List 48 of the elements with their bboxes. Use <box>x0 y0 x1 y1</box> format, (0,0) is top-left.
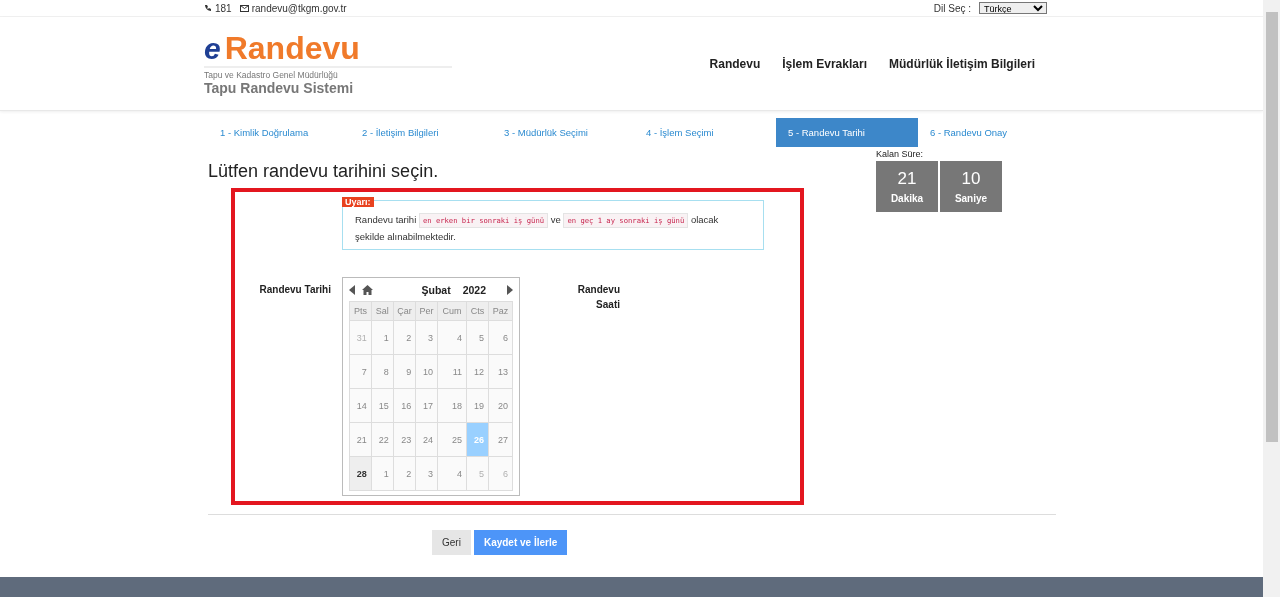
weekday-header: Cum <box>437 301 467 321</box>
warning-badge: Uyarı: <box>342 197 374 207</box>
weekday-header: Per <box>415 301 438 321</box>
calendar-day[interactable]: 7 <box>349 354 372 389</box>
weekday-header: Çar <box>393 301 416 321</box>
year: 2022 <box>462 284 486 296</box>
language-select[interactable]: Türkçe <box>979 2 1047 14</box>
step-tab[interactable]: 4 - İşlem Seçimi <box>634 118 776 147</box>
time-label: Randevu Saati <box>576 283 620 312</box>
step-tab[interactable]: 3 - Müdürlük Seçimi <box>492 118 634 147</box>
step-tab[interactable]: 1 - Kimlik Doğrulama <box>208 118 350 147</box>
timer-label: Kalan Süre: <box>876 149 925 159</box>
next-month-button[interactable] <box>506 285 513 295</box>
countdown-value: 10 <box>961 169 981 189</box>
envelope-icon <box>239 4 249 12</box>
home-button[interactable] <box>362 285 373 295</box>
system-name: Tapu Randevu Sistemi <box>204 79 355 96</box>
nav-link[interactable]: İşlem Evrakları <box>782 56 867 71</box>
page-title: Lütfen randevu tarihini seçin. <box>208 161 440 182</box>
scrollbar-thumb[interactable] <box>1265 12 1278 442</box>
weekday-header: Cts <box>466 301 489 321</box>
logo-letter: e <box>204 31 221 66</box>
step-tab[interactable]: 2 - İletişim Bilgileri <box>350 118 492 147</box>
nav-link[interactable]: Müdürlük İletişim Bilgileri <box>888 56 1035 71</box>
weekday-header: Pts <box>349 301 372 321</box>
date-label: Randevu Tarihi <box>258 283 331 297</box>
nav-link[interactable]: Randevu <box>709 56 761 71</box>
back-button[interactable]: Geri <box>432 530 471 555</box>
previous-month-button[interactable] <box>349 285 356 295</box>
logo-name: Randevu <box>224 31 360 64</box>
email-address: randevu@tkgm.gov.tr <box>239 2 347 14</box>
month-name: Şubat <box>421 284 451 296</box>
save-button[interactable]: Kaydet ve İlerle <box>473 530 568 555</box>
weekday-header: Paz <box>488 301 513 321</box>
calendar-day[interactable]: 21 <box>349 422 372 457</box>
step-tab[interactable]: 6 - Randevu Onay <box>918 118 1060 147</box>
language-label: Dil Seç : <box>933 2 971 14</box>
weekday-header: Sal <box>371 301 394 321</box>
step-tab[interactable]: 5 - Randevu Tarihi <box>776 118 918 147</box>
phone-icon <box>204 4 212 12</box>
calendar-day[interactable]: 14 <box>349 388 372 423</box>
calendar-day[interactable]: 31 <box>349 320 372 355</box>
logo-subtitle: Tapu ve Kadastro Genel Müdürlüğü <box>204 69 339 80</box>
countdown-unit: Saniye <box>954 193 988 204</box>
countdown-unit: Dakika <box>890 193 924 204</box>
calendar-day[interactable]: 28 <box>349 456 372 491</box>
countdown-value: 21 <box>897 169 917 189</box>
phone-number: 181 <box>204 2 232 14</box>
